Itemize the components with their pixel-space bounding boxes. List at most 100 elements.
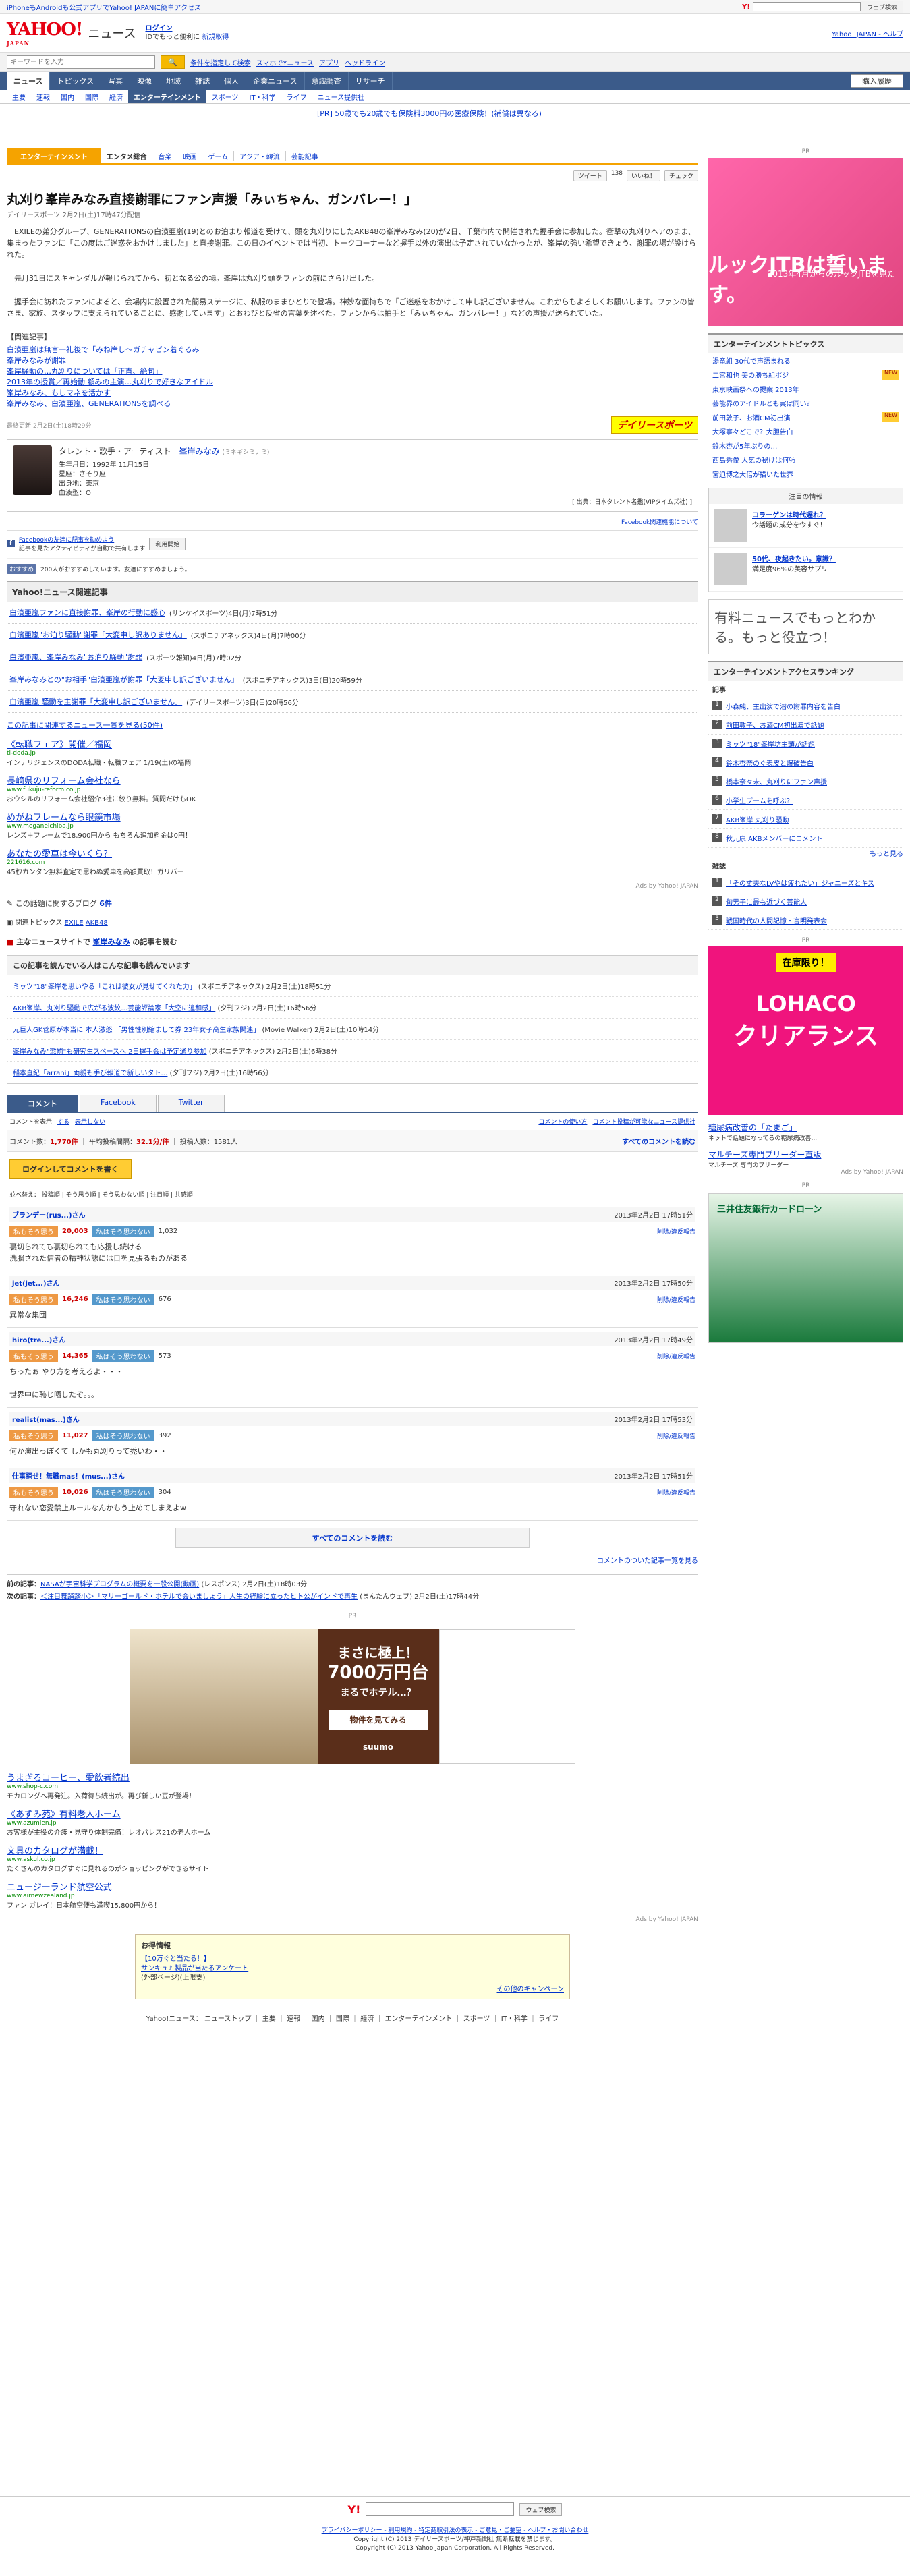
- ranking-link[interactable]: 鈴木杏奈のぐ表皮と爆破告白: [726, 757, 814, 768]
- news-search-input[interactable]: [7, 55, 155, 69]
- service-name[interactable]: ニュース: [88, 24, 136, 42]
- see-all-comments-link[interactable]: すべてのコメントを読む: [622, 1136, 695, 1146]
- report-link[interactable]: 削除/違反報告: [657, 1431, 695, 1440]
- subnav-flash[interactable]: 速報: [31, 92, 55, 102]
- topic-link[interactable]: 二宮和也 美の勝ち組ポジ: [712, 370, 789, 380]
- lohaco-banner-ad[interactable]: 在庫限り！ LOHACO クリアランス: [708, 946, 903, 1115]
- comment-user[interactable]: hiro(tre...)さん: [12, 1334, 65, 1344]
- subnav-international[interactable]: 国際: [80, 92, 104, 102]
- list-item[interactable]: 元巨人GK菅原が本当に 本人激怒 「男性性別縮まして券 23年女子高生家族関連」…: [7, 1019, 698, 1040]
- prev-article-link[interactable]: NASAが宇宙科学プログラムの概要を一般公開(動画): [40, 1581, 199, 1588]
- comment-user[interactable]: jet(jet...)さん: [12, 1278, 60, 1288]
- tab-personal[interactable]: 個人: [217, 72, 247, 90]
- list-item[interactable]: 2 前田敦子、お酒CM初出演で話題: [708, 716, 903, 735]
- topic-link-akb48[interactable]: AKB48: [86, 919, 108, 927]
- list-item[interactable]: 湯竜組 30代で声語まれる: [708, 353, 903, 368]
- ranking-link[interactable]: 小学生ブームを呼ぶ？: [726, 795, 793, 805]
- attention-link[interactable]: コラーゲンは時代遅れ？: [752, 509, 826, 519]
- tab-survey[interactable]: 意識調査: [305, 72, 349, 90]
- list-item[interactable]: 大塚寧々どこで？大胆告白: [708, 424, 903, 438]
- login-to-comment-button[interactable]: ログインしてコメントを書く: [9, 1159, 132, 1179]
- ranking-link[interactable]: AKB峯岸 丸刈り騒動: [726, 814, 789, 824]
- news-link[interactable]: 白濱亜嵐 騒動を主謝罪「大変申し訳ございません」: [9, 696, 182, 707]
- sponsor-ad[interactable]: 《転職フェア》開催／福岡 tl-doda.jp インテリジェンスのDODA転職・転職…: [7, 737, 698, 767]
- next-article-link[interactable]: ＜注目舞踊踏小＞「マリーゴールド・ホテルで会いましょう」人生の経験に立ったヒト公…: [40, 1593, 358, 1601]
- footer-nav-links[interactable]: プライバシーポリシー - 利用規約 - 特定商取引法の表示 - ご意見・ご要望 …: [0, 2527, 910, 2536]
- sponsor-ad[interactable]: うまぎるコーヒー、愛飲者続出 www.shop-c.com モカロングへ再発注。入荷…: [7, 1771, 698, 1800]
- topic-link[interactable]: 東京映画祭への提案 2013年: [712, 384, 799, 394]
- comment-user[interactable]: ブランデー(rus...)さん: [12, 1209, 86, 1220]
- magazine-link[interactable]: 旬男子に最も近づく芸能人: [726, 896, 807, 907]
- topic-link[interactable]: 西島秀俊 人気の秘けは何％: [712, 455, 795, 465]
- ad-title[interactable]: 《転職フェア》開催／福岡: [7, 737, 698, 750]
- agree-button[interactable]: 私もそう思う: [9, 1294, 58, 1305]
- list-item[interactable]: 二宮和也 美の勝ち組ポジ NEW: [708, 368, 903, 382]
- list-item[interactable]: 白濱亜嵐、峯岸みなみ"お泊り騒動"謝罪 (スポーツ報知)4日(月)7時02分: [7, 646, 698, 668]
- suumo-banner-ad[interactable]: まさに極上！ 7000万円台 まるでホテル…？ 物件を見てみる suumo: [130, 1629, 575, 1764]
- list-item[interactable]: 8 秋元康 AKBメンバーにコメント: [708, 829, 903, 848]
- ranking-more-link[interactable]: もっと見る: [870, 851, 903, 858]
- comment-user[interactable]: 仕事探せ！無職mas！(mus...)さん: [12, 1470, 125, 1481]
- tab-research[interactable]: リサーチ: [349, 72, 393, 90]
- magazine-link[interactable]: 戦国時代の人間記憶・言明発表会: [726, 915, 827, 925]
- list-item[interactable]: 白濱亜嵐 騒動を主謝罪「大変申し訳ございません」 (デイリースポーツ)3日(日)2…: [7, 691, 698, 713]
- sponsor-ad[interactable]: 文具のカタログが満載！ www.askul.co.jp たくさんのカタログすぐに見れ…: [7, 1843, 698, 1873]
- list-item[interactable]: コラーゲンは時代遅れ？ 今話題の成分を今すぐ！: [709, 504, 903, 548]
- ad-title[interactable]: 文具のカタログが満載！: [7, 1843, 698, 1856]
- subnav-entertainment[interactable]: エンターテインメント: [128, 90, 206, 103]
- ranking-link[interactable]: 橋本奈々未、丸刈りにファン声援: [726, 776, 827, 786]
- list-item[interactable]: 前田敦子、お酒CM初出演 NEW: [708, 410, 903, 424]
- tab-local[interactable]: 地域: [159, 72, 189, 90]
- person-name[interactable]: 峯岸みなみ: [179, 447, 220, 456]
- disagree-button[interactable]: 私はそう思わない: [92, 1430, 154, 1441]
- tab-corporate[interactable]: 企業ニュース: [246, 72, 305, 90]
- facebook-like-button[interactable]: いいね！: [626, 170, 660, 181]
- related-link[interactable]: 峯岸みなみが謝罪: [7, 355, 698, 366]
- related-link[interactable]: 白濱亜嵐は無言一礼後で「みね岸し〜ガチャピン着ぐるみ: [7, 345, 698, 355]
- related-link[interactable]: 2013年の授賞／再始動 顧みの主演…丸刈りで好きなアイドル: [7, 377, 698, 388]
- disagree-button[interactable]: 私はそう思わない: [92, 1226, 154, 1237]
- purchase-history-button[interactable]: 購入履歴: [851, 74, 903, 88]
- search-option-advanced[interactable]: 条件を指定して検索: [190, 57, 251, 67]
- also-read-link[interactable]: AKB峯岸、丸刈り騒動で広がる波紋…芸能評論家「大空に違和感」: [13, 1005, 215, 1012]
- news-link[interactable]: 白濱亜嵐ファンに直接謝罪、峯岸の行動に感心: [9, 607, 165, 618]
- main-site-name[interactable]: 峯岸みなみ: [93, 938, 130, 946]
- list-item[interactable]: 稲本直紀「arrani」両親も手び報道で新しいタト… (夕刊フジ) 2月2日(土…: [7, 1062, 698, 1083]
- yahoo-logo[interactable]: YAHOO! JAPAN: [7, 20, 83, 47]
- avatar[interactable]: [13, 445, 52, 495]
- tweet-button[interactable]: ツイート: [573, 170, 607, 181]
- facebook-share-text[interactable]: Facebookの友達に記事を勧めよう: [19, 535, 145, 544]
- list-item[interactable]: AKB峯岸、丸刈り騒動で広がる波紋…芸能評論家「大空に違和感」 (夕刊フジ) 2…: [7, 997, 698, 1019]
- ranking-link[interactable]: ミッツ"18"峯岸坊主頭が話題: [726, 739, 815, 749]
- subnav-providers[interactable]: ニュース提供社: [312, 92, 370, 102]
- cat-item-general[interactable]: エンタメ総合: [101, 150, 153, 161]
- cat-item-game[interactable]: ゲーム: [202, 150, 235, 161]
- comment-user[interactable]: realist(mas...)さん: [12, 1414, 80, 1424]
- cat-item-asia[interactable]: アジア・韓流: [234, 150, 286, 161]
- commented-articles-link[interactable]: コメントのついた記事一覧を見る: [597, 1557, 698, 1565]
- list-item[interactable]: 東京映画祭への提案 2013年: [708, 382, 903, 396]
- subnav-life[interactable]: ライフ: [281, 92, 312, 102]
- comment-show-on[interactable]: する: [57, 1117, 69, 1126]
- list-item[interactable]: 1 「その丈夫なLVやは疲れたい」ジャニーズとキス: [708, 874, 903, 892]
- list-item[interactable]: 白濱亜嵐ファンに直接謝罪、峯岸の行動に感心 (サンケイスポーツ)4日(月)7時51…: [7, 602, 698, 624]
- ad-title[interactable]: 長崎県のリフォーム会社なら: [7, 774, 698, 786]
- sponsor-ad[interactable]: 長崎県のリフォーム会社なら www.fukuju-reform.co.jp おウシル…: [7, 774, 698, 803]
- disagree-button[interactable]: 私はそう思わない: [92, 1350, 154, 1362]
- report-link[interactable]: 削除/違反報告: [657, 1488, 695, 1497]
- subnav-main[interactable]: 主要: [7, 92, 31, 102]
- deal-link[interactable]: 【10万ぐと当たる！】: [141, 1955, 564, 1964]
- agree-button[interactable]: 私もそう思う: [9, 1487, 58, 1498]
- attention-link[interactable]: 50代、夜起きたい。意識？: [752, 553, 836, 563]
- list-item[interactable]: 宮迫博之大倍が描いた世界: [708, 467, 903, 481]
- list-item[interactable]: 西島秀俊 人気の秘けは何％: [708, 453, 903, 467]
- agree-button[interactable]: 私もそう思う: [9, 1226, 58, 1237]
- comment-show-off[interactable]: 表示しない: [75, 1117, 105, 1126]
- top-search-input[interactable]: [752, 2, 861, 11]
- footer-services[interactable]: Yahoo!ニュース： ニューストップ ｜ 主要 ｜ 速報 ｜ 国内 ｜ 国際 …: [7, 2013, 698, 2023]
- list-item[interactable]: 鈴木杏が5年ぶりの…: [708, 438, 903, 453]
- more-campaigns-link[interactable]: その他のキャンペーン: [497, 1986, 565, 1993]
- subnav-economy[interactable]: 経済: [104, 92, 128, 102]
- blog-count-link[interactable]: 6件: [99, 899, 112, 908]
- deal-link[interactable]: サンキュ♪ 製品が当たるアンケート: [141, 1964, 564, 1974]
